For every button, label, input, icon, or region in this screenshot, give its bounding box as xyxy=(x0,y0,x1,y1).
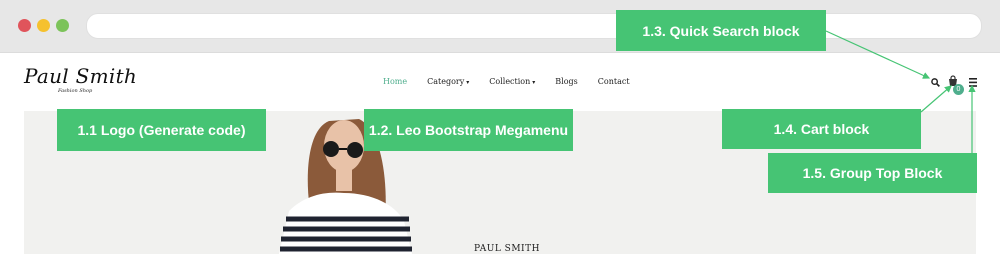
callout-label: 1.4. Cart block xyxy=(773,121,870,137)
store-logo[interactable]: Paul Smith Fashion Shop xyxy=(24,65,144,109)
logo-tagline: Fashion Shop xyxy=(58,88,93,94)
minimize-window-button[interactable] xyxy=(37,19,50,32)
nav-item-blogs[interactable]: Blogs xyxy=(555,76,577,90)
callout-label: 1.1 Logo (Generate code) xyxy=(77,122,246,138)
callout-megamenu: 1.2. Leo Bootstrap Megamenu xyxy=(364,109,573,151)
callout-quick-search: 1.3. Quick Search block xyxy=(616,10,826,51)
cart-count-badge: 0 xyxy=(953,84,964,95)
nav-item-contact[interactable]: Contact xyxy=(598,76,630,90)
nav-item-label: Category xyxy=(427,77,465,86)
maximize-window-button[interactable] xyxy=(56,19,69,32)
main-menu: Home Category ▾ Collection ▾ Blogs Contact xyxy=(383,76,650,90)
header-tools: 0 xyxy=(928,75,980,95)
callout-logo: 1.1 Logo (Generate code) xyxy=(57,109,266,151)
callout-group-top: 1.5. Group Top Block xyxy=(768,153,977,193)
callout-label: 1.2. Leo Bootstrap Megamenu xyxy=(368,122,569,138)
nav-item-home[interactable]: Home xyxy=(383,76,407,90)
callout-label: 1.5. Group Top Block xyxy=(802,165,943,181)
hero-caption: PAUL SMITH xyxy=(474,244,540,254)
logo-name: Paul Smith xyxy=(24,64,138,88)
callout-label: 1.3. Quick Search block xyxy=(642,22,800,39)
menu-icon[interactable] xyxy=(969,78,977,87)
caret-down-icon: ▾ xyxy=(532,79,536,86)
search-icon[interactable] xyxy=(931,78,940,87)
browser-toolbar xyxy=(0,0,1000,53)
callout-cart: 1.4. Cart block xyxy=(722,109,921,149)
nav-item-label: Collection xyxy=(489,77,531,86)
close-window-button[interactable] xyxy=(18,19,31,32)
address-bar[interactable] xyxy=(86,13,982,39)
nav-item-collection[interactable]: Collection ▾ xyxy=(489,76,535,90)
nav-item-category[interactable]: Category ▾ xyxy=(427,76,469,90)
nav-item-label: Blogs xyxy=(555,77,578,86)
nav-item-label: Home xyxy=(383,77,408,86)
nav-item-label: Contact xyxy=(597,77,630,86)
caret-down-icon: ▾ xyxy=(466,79,470,86)
